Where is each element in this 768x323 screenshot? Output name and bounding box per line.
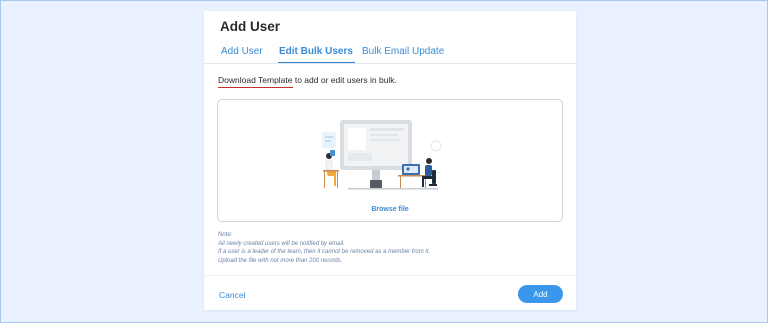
notes-heading: Note: xyxy=(218,232,233,238)
notes: Note: All newly created users will be no… xyxy=(218,231,430,265)
tab-bar: Add User Edit Bulk Users Bulk Email Upda… xyxy=(204,45,576,64)
browse-file-link[interactable]: Browse file xyxy=(218,206,562,213)
note-item: All newly created users will be notified… xyxy=(218,240,345,247)
upload-illustration-icon xyxy=(322,120,442,190)
add-button[interactable]: Add xyxy=(518,285,563,303)
tab-edit-bulk-users[interactable]: Edit Bulk Users xyxy=(278,45,355,64)
cancel-button[interactable]: Cancel xyxy=(219,290,245,300)
note-item: If a user is a leader of the team, then … xyxy=(218,249,431,255)
tab-bulk-email-update[interactable]: Bulk Email Update xyxy=(362,45,444,64)
note-item: Upload the file with not more than 200 r… xyxy=(218,257,343,264)
modal-title: Add User xyxy=(220,19,281,34)
add-user-modal: Add User Add User Edit Bulk Users Bulk E… xyxy=(204,11,576,310)
footer-divider xyxy=(204,275,576,276)
file-dropzone[interactable]: Browse file xyxy=(217,99,563,222)
intro-rest-text: to add or edit users in bulk. xyxy=(292,75,397,85)
tabs-divider xyxy=(204,63,576,64)
intro-text: Download Template to add or edit users i… xyxy=(218,75,397,88)
download-template-link[interactable]: Download Template xyxy=(218,75,293,88)
tab-add-user[interactable]: Add User xyxy=(221,45,263,64)
